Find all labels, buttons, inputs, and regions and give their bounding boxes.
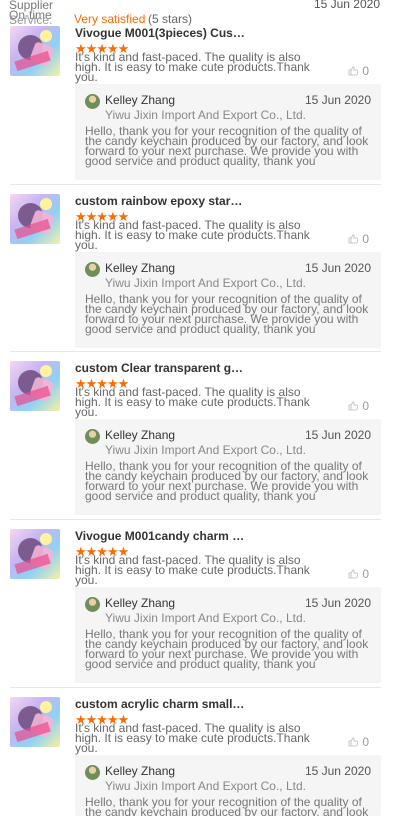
satisfaction-stars-text: (5 stars) (148, 12, 193, 26)
seller-reply: Kelley Zhang 15 Jun 2020 Yiwu Jixin Impo… (75, 84, 381, 180)
reply-company: Yiwu Jixin Import And Export Co., Ltd. (105, 779, 306, 793)
review-card: custom Clear transparent gold... ★★★★★ I… (0, 361, 410, 519)
reply-author: Kelley Zhang (105, 764, 176, 778)
review-text: It's kind and fast-paced. The quality is… (75, 553, 310, 587)
reply-date: 15 Jun 2020 (304, 93, 371, 107)
reply-date: 15 Jun 2020 (304, 261, 371, 275)
product-thumbnail[interactable] (10, 361, 60, 411)
review-text: It's kind and fast-paced. The quality is… (75, 218, 310, 252)
thumbs-up-icon (348, 737, 359, 747)
reply-author: Kelley Zhang (105, 596, 176, 610)
review-card: custom rainbow epoxy star hol... ★★★★★ I… (0, 194, 410, 352)
reply-date: 15 Jun 2020 (304, 764, 371, 778)
reply-author: Kelley Zhang (105, 93, 176, 107)
thumbs-up-icon (348, 234, 359, 244)
like-button[interactable]: 0 (348, 232, 369, 246)
review-divider (10, 519, 381, 520)
reply-text: Hello, thank you for your recognition of… (85, 797, 369, 816)
reply-text: Hello, thank you for your recognition of… (85, 124, 369, 168)
product-thumbnail[interactable] (10, 697, 60, 747)
reply-date: 15 Jun 2020 (304, 596, 371, 610)
review-date: 15 Jun 2020 (313, 0, 380, 11)
service-label: Service: (9, 13, 53, 27)
review-divider (10, 351, 381, 352)
product-thumbnail[interactable] (10, 26, 60, 76)
review-card: custom acrylic charm small gift... ★★★★★… (0, 697, 410, 816)
like-count: 0 (362, 399, 369, 413)
like-count: 0 (362, 567, 369, 581)
like-button[interactable]: 0 (348, 64, 369, 78)
reply-company: Yiwu Jixin Import And Export Co., Ltd. (105, 443, 306, 457)
thumbs-up-icon (348, 401, 359, 411)
like-count: 0 (362, 232, 369, 246)
like-button[interactable]: 0 (348, 735, 369, 749)
review-divider (10, 687, 381, 688)
review-divider (10, 184, 381, 185)
product-thumbnail[interactable] (10, 529, 60, 579)
product-title[interactable]: custom acrylic charm small gift... (75, 697, 245, 711)
seller-reply: Kelley Zhang 15 Jun 2020 Yiwu Jixin Impo… (75, 755, 381, 816)
satisfaction-text: Very satisfied (74, 12, 146, 26)
reply-text: Hello, thank you for your recognition of… (85, 292, 369, 336)
reply-author: Kelley Zhang (105, 428, 176, 442)
review-card: Vivogue M001candy charm c... ★★★★★ It's … (0, 529, 410, 687)
avatar (85, 94, 100, 109)
like-button[interactable]: 0 (348, 567, 369, 581)
product-thumbnail[interactable] (10, 194, 60, 244)
like-count: 0 (362, 64, 369, 78)
reply-author: Kelley Zhang (105, 261, 176, 275)
seller-reply: Kelley Zhang 15 Jun 2020 Yiwu Jixin Impo… (75, 419, 381, 515)
reply-company: Yiwu Jixin Import And Export Co., Ltd. (105, 611, 306, 625)
reply-company: Yiwu Jixin Import And Export Co., Ltd. (105, 276, 306, 290)
review-text: It's kind and fast-paced. The quality is… (75, 721, 310, 755)
like-count: 0 (362, 735, 369, 749)
avatar (85, 765, 100, 780)
product-title[interactable]: custom rainbow epoxy star hol... (75, 194, 245, 208)
product-title[interactable]: Vivogue M001(3pieces) Custo... (75, 26, 245, 40)
seller-reply: Kelley Zhang 15 Jun 2020 Yiwu Jixin Impo… (75, 587, 381, 683)
thumbs-up-icon (348, 66, 359, 76)
seller-reply: Kelley Zhang 15 Jun 2020 Yiwu Jixin Impo… (75, 252, 381, 348)
product-title[interactable]: custom Clear transparent gold... (75, 361, 245, 375)
reply-text: Hello, thank you for your recognition of… (85, 627, 369, 671)
review-text: It's kind and fast-paced. The quality is… (75, 385, 310, 419)
like-button[interactable]: 0 (348, 399, 369, 413)
avatar (85, 597, 100, 612)
avatar (85, 429, 100, 444)
product-title[interactable]: Vivogue M001candy charm c... (75, 529, 245, 543)
reply-date: 15 Jun 2020 (304, 428, 371, 442)
reply-company: Yiwu Jixin Import And Export Co., Ltd. (105, 108, 306, 122)
thumbs-up-icon (348, 569, 359, 579)
review-card: Vivogue M001(3pieces) Custo... ★★★★★ It'… (0, 26, 410, 184)
review-header-remnant: Supplier On-time Service: Very satisfied… (0, 0, 410, 27)
review-text: It's kind and fast-paced. The quality is… (75, 50, 310, 84)
reply-text: Hello, thank you for your recognition of… (85, 459, 369, 503)
avatar (85, 262, 100, 277)
